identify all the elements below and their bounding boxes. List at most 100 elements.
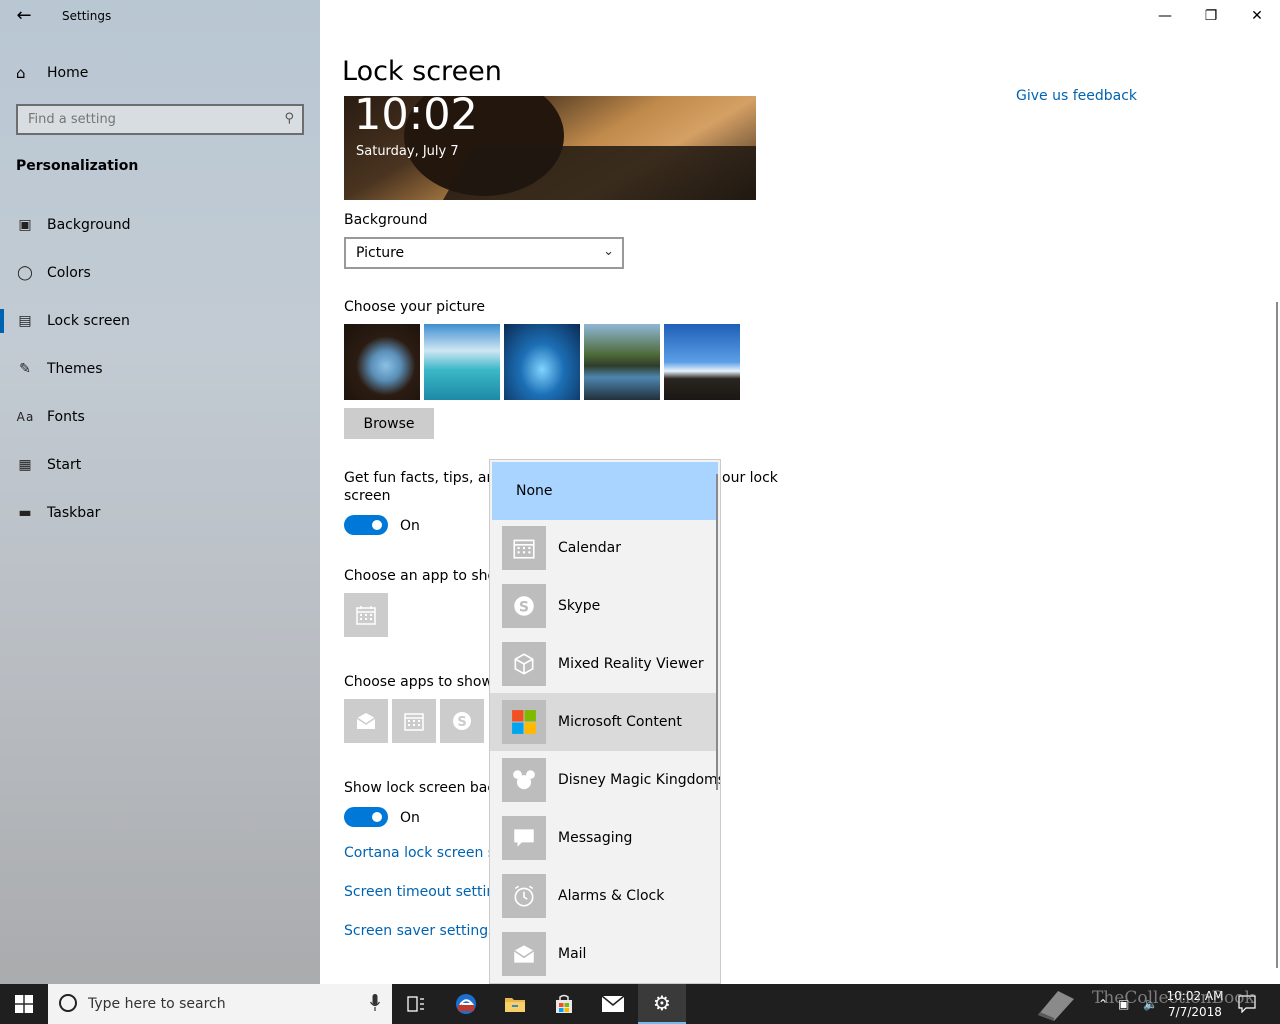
watermark-text: TheCollectionBook (1092, 988, 1255, 1008)
sidebar-item-start[interactable]: ▦ Start (0, 445, 320, 485)
background-label: Background (344, 212, 428, 228)
section-title: Personalization (16, 158, 139, 174)
dropdown-item-skype[interactable]: S Skype (490, 577, 718, 635)
quick-status-app-button[interactable] (392, 699, 436, 743)
sidebar-item-background[interactable]: ▣ Background (0, 205, 320, 245)
mail-app-icon[interactable] (589, 984, 637, 1024)
close-icon[interactable]: ✕ (1234, 0, 1280, 32)
sidebar-item-label: Fonts (47, 409, 85, 425)
palette-icon: ◯ (17, 265, 33, 281)
clock-icon (502, 874, 546, 918)
sidebar-item-lock-screen[interactable]: ▤ Lock screen (0, 301, 320, 341)
show-background-toggle-state: On (400, 810, 420, 826)
cortana-icon (59, 994, 77, 1012)
sidebar-item-label: Taskbar (47, 505, 101, 521)
task-view-icon[interactable] (392, 984, 440, 1024)
search-icon[interactable]: ⚲ (284, 111, 294, 126)
start-button[interactable] (0, 984, 48, 1024)
sidebar-item-colors[interactable]: ◯ Colors (0, 253, 320, 293)
microsoft-logo-icon (502, 700, 546, 744)
microphone-icon[interactable] (370, 994, 380, 1012)
preview-date: Saturday, July 7 (356, 144, 459, 159)
dropdown-item-disney-magic-kingdoms[interactable]: Disney Magic Kingdoms (490, 751, 721, 809)
taskbar-search-placeholder: Type here to search (88, 996, 226, 1012)
file-explorer-icon[interactable] (491, 984, 539, 1024)
sidebar-item-label: Colors (47, 265, 91, 281)
taskbar-icon: ▬ (18, 505, 32, 521)
gear-icon: ⚙ (653, 991, 671, 1015)
fun-facts-toggle[interactable] (344, 515, 388, 535)
fun-facts-label-cont: screen (344, 488, 391, 504)
detailed-status-app-button[interactable] (344, 593, 388, 637)
dropdown-item-label: Alarms & Clock (558, 888, 665, 904)
dropdown-item-none[interactable]: None (492, 462, 718, 520)
dropdown-scrollbar[interactable] (716, 474, 718, 790)
quick-status-label: Choose apps to show q (344, 674, 507, 690)
show-background-toggle[interactable] (344, 807, 388, 827)
mail-icon (502, 932, 546, 976)
themes-icon: ✎ (19, 361, 31, 377)
dropdown-item-label: Mixed Reality Viewer (558, 656, 704, 672)
feedback-link[interactable]: Give us feedback (1016, 88, 1137, 104)
lock-screen-icon: ▤ (18, 313, 32, 329)
skype-icon: S (502, 584, 546, 628)
restore-icon[interactable]: ❐ (1188, 0, 1234, 32)
sidebar-item-themes[interactable]: ✎ Themes (0, 349, 320, 389)
dropdown-item-label: Skype (558, 598, 601, 614)
picture-thumbnails (344, 324, 740, 400)
page-title: Lock screen (342, 56, 502, 87)
people-icon[interactable] (1030, 984, 1080, 1024)
page-scrollbar[interactable] (1276, 302, 1278, 968)
dropdown-item-calendar[interactable]: Calendar (490, 519, 718, 577)
sidebar-item-label: Themes (47, 361, 103, 377)
calendar-icon (502, 526, 546, 570)
svg-text:S: S (519, 599, 529, 615)
sidebar-item-label: Lock screen (47, 313, 130, 329)
dropdown-item-microsoft-content[interactable]: Microsoft Content (490, 693, 718, 751)
back-arrow-icon[interactable]: ← (12, 6, 36, 26)
dropdown-item-mail[interactable]: Mail (490, 925, 718, 983)
screen-saver-link[interactable]: Screen saver settings (344, 923, 495, 939)
dropdown-item-label: Messaging (558, 830, 633, 846)
quick-status-app-button[interactable]: S (440, 699, 484, 743)
background-select-value: Picture (356, 245, 405, 261)
sidebar-item-fonts[interactable]: A a Fonts (0, 397, 320, 437)
dropdown-item-label: Disney Magic Kingdoms (558, 772, 721, 788)
fun-facts-label-end: our lock (722, 470, 778, 486)
edge-beta-icon[interactable] (442, 984, 490, 1024)
chat-bubble-icon (502, 816, 546, 860)
quick-status-app-button[interactable] (344, 699, 388, 743)
taskbar-search-box[interactable]: Type here to search (48, 984, 392, 1024)
picture-thumbnail[interactable] (424, 324, 500, 400)
browse-button[interactable]: Browse (344, 408, 434, 439)
detailed-status-label: Choose an app to show (344, 568, 508, 584)
home-link[interactable]: ⌂ Home (16, 64, 88, 82)
dropdown-item-label: Microsoft Content (558, 714, 682, 730)
background-select[interactable]: Picture ⌄ (344, 237, 624, 269)
dropdown-item-mixed-reality-viewer[interactable]: Mixed Reality Viewer (490, 635, 718, 693)
dropdown-item-label: Mail (558, 946, 587, 962)
store-icon[interactable] (540, 984, 588, 1024)
settings-app-icon[interactable]: ⚙ (638, 984, 686, 1024)
start-icon: ▦ (18, 457, 32, 473)
sidebar-item-taskbar[interactable]: ▬ Taskbar (0, 493, 320, 533)
dropdown-item-label: Calendar (558, 540, 621, 556)
picture-thumbnail[interactable] (664, 324, 740, 400)
picture-thumbnail[interactable] (344, 324, 420, 400)
calendar-icon (404, 713, 424, 731)
search-input[interactable] (18, 106, 268, 133)
cortana-settings-link[interactable]: Cortana lock screen set (344, 845, 509, 861)
sidebar-item-label: Start (47, 457, 82, 473)
picture-thumbnail[interactable] (504, 324, 580, 400)
dropdown-item-alarms-clock[interactable]: Alarms & Clock (490, 867, 718, 925)
minimize-icon[interactable]: — (1142, 0, 1188, 32)
mickey-icon (502, 758, 546, 802)
sidebar-item-label: Background (47, 217, 131, 233)
preview-time: 10:02 (354, 96, 478, 140)
dropdown-item-messaging[interactable]: Messaging (490, 809, 718, 867)
app-picker-dropdown: None Calendar S Skype Mixed Reality View… (489, 459, 721, 984)
dropdown-item-label: None (516, 483, 553, 499)
picture-thumbnail[interactable] (584, 324, 660, 400)
home-label: Home (47, 65, 89, 81)
screen-timeout-link[interactable]: Screen timeout settings (344, 884, 511, 900)
